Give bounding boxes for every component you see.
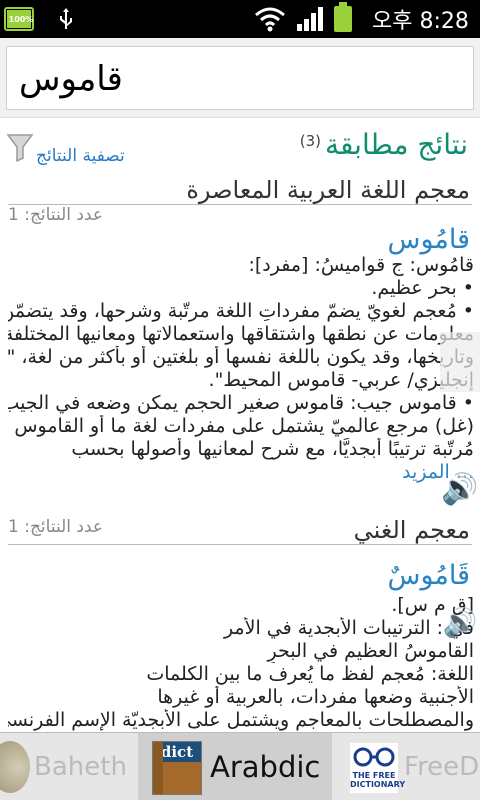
entry-definition: قامُوس: ج قواميسُ: [مفرد]: • بحر عظيم. •… xyxy=(8,254,474,484)
definition-line: [ق م س]. xyxy=(391,594,474,616)
section-title: معجم اللغة العربية المعاصرة xyxy=(186,176,470,204)
definition-line-last: ... المزيد xyxy=(8,461,474,484)
definition-line: قامُوس: ج قواميسُ: [مفرد]: xyxy=(248,254,474,276)
battery-icon xyxy=(334,0,352,38)
results-title: (3) نتائج مطابقة xyxy=(300,128,468,161)
results-header: تصفية النتائج (3) نتائج مطابقة xyxy=(0,122,480,172)
tab-label: Baheth xyxy=(34,752,127,782)
battery-percent-icon: 100% xyxy=(4,0,34,38)
definition-line: في : الترتيبات الأبجدية في الأمر xyxy=(223,617,474,639)
section-title: معجم الغني xyxy=(353,516,470,544)
battery-percent-text: 100% xyxy=(8,15,34,24)
results-count: (3) xyxy=(299,132,321,150)
tab-freedictionary[interactable]: THE FREE DICTIONARY FreeDi xyxy=(332,733,480,800)
filter-icon[interactable] xyxy=(6,132,34,163)
usb-icon xyxy=(58,0,74,38)
entry-headword[interactable]: قامُوس xyxy=(387,224,470,255)
wifi-icon xyxy=(254,0,286,38)
tab-arabdic[interactable]: dict Arabdic xyxy=(138,733,332,800)
clock: 오후 8:28 xyxy=(372,9,469,34)
filter-results-link[interactable]: تصفية النتائج xyxy=(36,146,125,166)
definition-line: والمصطلحات بالمعاجم ويشتمل على الأبجديّة… xyxy=(8,709,474,731)
tab-label: FreeDi xyxy=(404,752,480,782)
tab-baheth[interactable]: Baheth xyxy=(0,733,138,800)
search-input[interactable]: قاموس xyxy=(6,46,474,110)
search-bar: قاموس xyxy=(0,38,480,118)
definition-line: معلومات عن نطقها واشتقاقها واستعمالاتها … xyxy=(8,323,474,345)
results-title-text: نتائج مطابقة xyxy=(324,128,468,161)
free-dictionary-glasses-icon: THE FREE DICTIONARY xyxy=(350,743,406,793)
definition-line: (غل) مرجع عالميّ يشتمل على مفردات لغة ما… xyxy=(14,415,474,437)
scroll-indicator[interactable] xyxy=(440,332,480,392)
definition-line: القاموسُ العظيم في البحرِ xyxy=(267,640,474,662)
tab-label: Arabdic xyxy=(210,750,321,784)
entry-definition: [ق م س]. في : الترتيبات الأبجدية في الأم… xyxy=(8,594,474,732)
tab-bar: Baheth dict Arabdic THE FREE DICTIONARY … xyxy=(0,732,480,800)
speaker-icon[interactable]: 🔊 xyxy=(440,470,480,510)
result-count-label: عدد النتائج: 1 xyxy=(8,205,104,225)
result-count-label: عدد النتائج: 1 xyxy=(8,517,104,537)
definition-line: وتاريخها، وقد يكون باللغة نفسها أو بلغتي… xyxy=(8,346,474,368)
definition-line: • بحر عظيم. xyxy=(371,277,474,299)
definition-line: الأجنبية وضعها مفردات، بالعربية أو غيرها xyxy=(157,686,474,708)
section-divider xyxy=(8,544,472,545)
status-bar: 100% 오후 8:28 xyxy=(0,0,480,38)
definition-line: اللغة: مُعجم لفظ ما يُعرف ما بين الكلمات xyxy=(146,663,474,685)
definition-line: • مُعجم لغويّ يضمّ مفرداتِ اللغة مرتّبة … xyxy=(8,300,474,322)
baheth-logo-icon xyxy=(0,741,30,793)
definition-line: إنجليزي/ عربي- قاموس المحيط". xyxy=(208,369,474,391)
free-dictionary-icon-text: THE FREE DICTIONARY xyxy=(350,771,406,789)
definition-line: مُرتّبة ترتيبًا أبجديًّا، مع شرح لمعانيه… xyxy=(71,438,474,460)
definition-line: • قاموس جيب: قاموس صغير الحجم يمكن وضعه … xyxy=(8,392,474,414)
speaker-icon[interactable]: 🔊 xyxy=(440,603,480,643)
signal-strength-icon xyxy=(296,0,324,38)
arabdic-dictionary-icon: dict xyxy=(152,741,202,795)
entry-headword[interactable]: قَامُوسٌ xyxy=(387,560,470,591)
